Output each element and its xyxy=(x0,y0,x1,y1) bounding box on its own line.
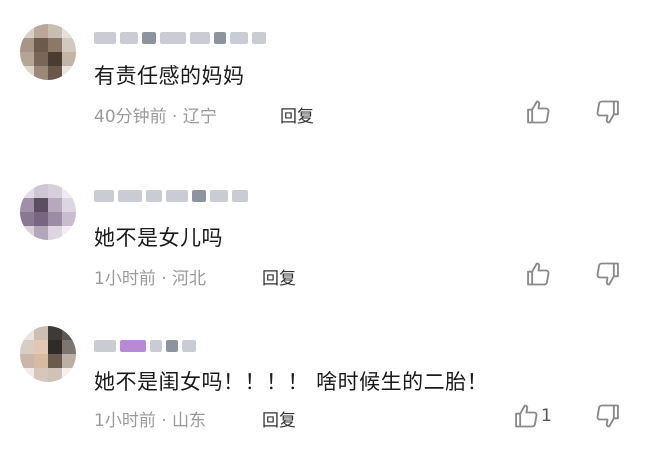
reply-button[interactable]: 回复 xyxy=(280,102,314,127)
username-redacted[interactable] xyxy=(94,188,248,204)
thumbs-down-icon[interactable] xyxy=(594,260,624,290)
meta-separator: · xyxy=(155,269,173,289)
comment-text: 她不是女儿吗 xyxy=(94,226,223,250)
avatar[interactable] xyxy=(20,24,76,80)
comment-meta: 1小时前 · 河北 xyxy=(94,264,206,289)
comment-location: 河北 xyxy=(172,269,207,289)
thumbs-up-icon[interactable] xyxy=(524,260,554,290)
reply-button[interactable]: 回复 xyxy=(262,406,296,431)
avatar[interactable] xyxy=(20,184,76,240)
comment-time: 1小时前 xyxy=(94,411,156,431)
meta-separator: · xyxy=(166,107,183,127)
comment-time: 40分钟前 xyxy=(94,107,167,127)
thumbs-down-icon[interactable] xyxy=(594,98,624,128)
comment-text: 她不是闺女吗！！！！ 啥时候生的二胎！ xyxy=(94,370,489,394)
thumbs-up-icon[interactable] xyxy=(524,98,554,128)
username-redacted[interactable] xyxy=(94,30,266,46)
thumbs-down-icon[interactable] xyxy=(594,402,624,432)
avatar[interactable] xyxy=(20,326,76,382)
comment-text: 有责任感的妈妈 xyxy=(94,64,245,88)
meta-separator: · xyxy=(155,411,173,431)
comment-location: 山东 xyxy=(172,411,207,431)
username-redacted[interactable] xyxy=(94,338,196,354)
thumbs-up-icon[interactable] xyxy=(512,402,542,432)
comment-meta: 1小时前 · 山东 xyxy=(94,406,206,431)
comment-meta: 40分钟前 · 辽宁 xyxy=(94,102,217,127)
comment-time: 1小时前 xyxy=(94,269,156,289)
comment-location: 辽宁 xyxy=(182,107,217,127)
like-count: 1 xyxy=(541,406,552,426)
reply-button[interactable]: 回复 xyxy=(262,264,296,289)
